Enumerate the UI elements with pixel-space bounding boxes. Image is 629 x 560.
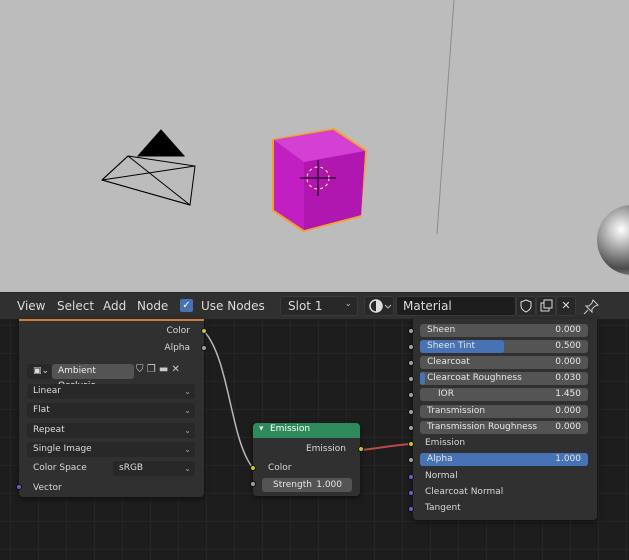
input-socket[interactable]	[408, 425, 414, 431]
strength-label: Strength	[273, 480, 312, 490]
field-label: Sheen Tint	[427, 341, 476, 351]
strength-field[interactable]: Strength 1.000	[262, 478, 352, 492]
field-value: 0.030	[555, 373, 581, 383]
emission-input-socket[interactable]	[408, 441, 414, 447]
chevron-down-icon: ⌄	[184, 445, 191, 454]
image-name-field[interactable]: Ambient Occlusio..	[52, 364, 134, 391]
field-label: Sheen	[427, 325, 456, 335]
clearcoat-normal-input-label: Clearcoat Normal	[425, 487, 504, 497]
alpha-input-socket[interactable]	[408, 457, 414, 463]
tangent-input-label: Tangent	[425, 503, 461, 513]
principled-field-ior[interactable]: IOR 1.450	[420, 388, 588, 401]
field-value: 1.450	[555, 389, 581, 399]
normal-input-label: Normal	[425, 471, 458, 481]
field-fill	[420, 372, 425, 385]
close-icon[interactable]: ✕	[171, 364, 179, 375]
principled-field-sheen[interactable]: Sheen 0.000	[420, 324, 588, 337]
field-label: Transmission Roughness	[427, 422, 538, 432]
principled-field-clearcoat[interactable]: Clearcoat 0.000	[420, 356, 588, 369]
principled-field-sheen-tint[interactable]: Sheen Tint 0.500	[420, 340, 588, 353]
alpha-label: Alpha	[427, 454, 453, 464]
input-socket[interactable]	[408, 409, 414, 415]
output-color-socket[interactable]	[201, 328, 207, 334]
color-space-label: Color Space	[33, 463, 87, 473]
output-alpha-socket[interactable]	[201, 345, 207, 351]
input-socket[interactable]	[408, 376, 414, 382]
input-vector-socket[interactable]	[16, 484, 22, 490]
input-socket[interactable]	[408, 344, 414, 350]
alpha-value: 1.000	[555, 454, 581, 464]
source-value: Single Image	[33, 444, 92, 454]
emission-color-label: Color	[268, 463, 292, 473]
link-emission-to-principled	[360, 443, 412, 451]
color-space-value: sRGB	[119, 463, 144, 473]
chevron-down-icon: ⌄	[184, 387, 191, 396]
emission-color-socket[interactable]	[250, 465, 256, 471]
image-browse-button[interactable]: ▣⌄	[27, 364, 51, 379]
chevron-down-icon: ⌄	[184, 426, 191, 435]
emission-input-label: Emission	[425, 438, 466, 448]
field-label: Clearcoat Roughness	[427, 373, 522, 383]
shield-icon[interactable]: ⛉	[136, 364, 144, 375]
principled-field-transmission-roughness[interactable]: Transmission Roughness 0.000	[420, 421, 588, 434]
output-alpha-label: Alpha	[164, 343, 190, 353]
input-socket[interactable]	[408, 360, 414, 366]
image-texture-node[interactable]: Color Alpha ▣⌄ Ambient Occlusio.. ⛉ ❐ ▬ …	[19, 319, 204, 497]
field-label: Clearcoat	[427, 357, 470, 367]
emission-output-socket[interactable]	[358, 446, 364, 452]
field-label: IOR	[438, 389, 454, 399]
normal-input-socket[interactable]	[408, 474, 414, 480]
alpha-field[interactable]: Alpha 1.000	[420, 453, 588, 466]
vector-input-label: Vector	[33, 483, 62, 493]
field-value: 0.000	[555, 357, 581, 367]
emission-node-header[interactable]: ▾ Emission	[253, 423, 360, 438]
principled-field-transmission[interactable]: Transmission 0.000	[420, 405, 588, 418]
output-color-label: Color	[166, 326, 191, 336]
field-value: 0.500	[555, 341, 581, 351]
chevron-down-icon: ⌄	[184, 406, 191, 415]
tangent-input-socket[interactable]	[408, 506, 414, 512]
projection-value: Flat	[33, 405, 50, 415]
input-socket[interactable]	[408, 328, 414, 334]
source-dropdown[interactable]: Single Image ⌄	[27, 442, 195, 457]
extension-dropdown[interactable]: Repeat ⌄	[27, 423, 195, 438]
interpolation-value: Linear	[33, 386, 61, 396]
emission-output-label: Emission	[305, 444, 346, 454]
chevron-down-icon: ⌄	[184, 464, 191, 473]
link-color-to-emission	[203, 330, 254, 469]
image-icon: ▣⌄	[33, 366, 50, 376]
interpolation-dropdown[interactable]: Linear ⌄	[27, 384, 195, 399]
field-label: Transmission	[427, 406, 486, 416]
collapse-arrow-icon[interactable]: ▾	[259, 424, 264, 434]
input-socket[interactable]	[408, 392, 414, 398]
color-space-dropdown[interactable]: sRGB ⌄	[113, 461, 195, 476]
field-value: 0.000	[555, 422, 581, 432]
extension-value: Repeat	[33, 425, 65, 435]
field-value: 0.000	[555, 325, 581, 335]
emission-node[interactable]: ▾ Emission Emission Color Strength 1.000	[253, 423, 360, 496]
folder-icon[interactable]: ▬	[159, 364, 168, 375]
clearcoat-normal-input-socket[interactable]	[408, 490, 414, 496]
strength-socket[interactable]	[250, 481, 256, 487]
emission-node-title: Emission	[270, 424, 311, 434]
principled-field-clearcoat-roughness[interactable]: Clearcoat Roughness 0.030	[420, 372, 588, 385]
image-header-icons: ⛉ ❐ ▬ ✕	[136, 364, 180, 375]
copy-icon[interactable]: ❐	[147, 364, 156, 375]
projection-dropdown[interactable]: Flat ⌄	[27, 403, 195, 418]
strength-value: 1.000	[316, 480, 342, 490]
field-value: 0.000	[555, 406, 581, 416]
